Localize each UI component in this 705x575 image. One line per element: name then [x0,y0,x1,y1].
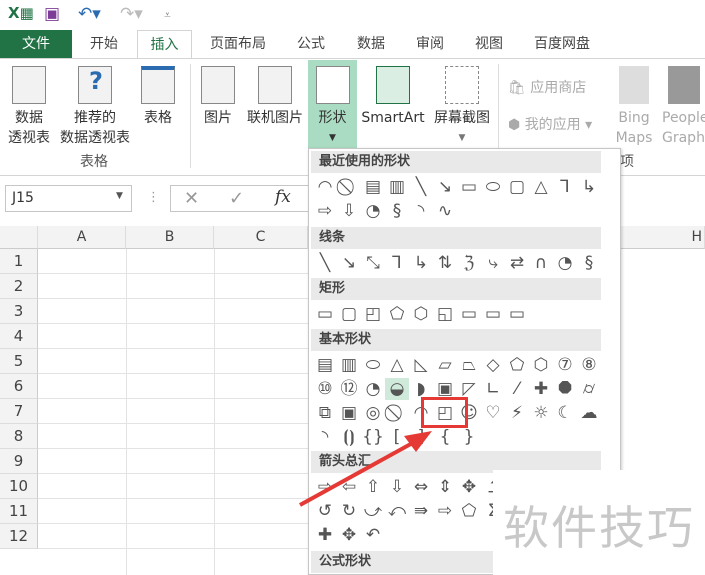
watermark: 软件技巧 [503,501,695,555]
